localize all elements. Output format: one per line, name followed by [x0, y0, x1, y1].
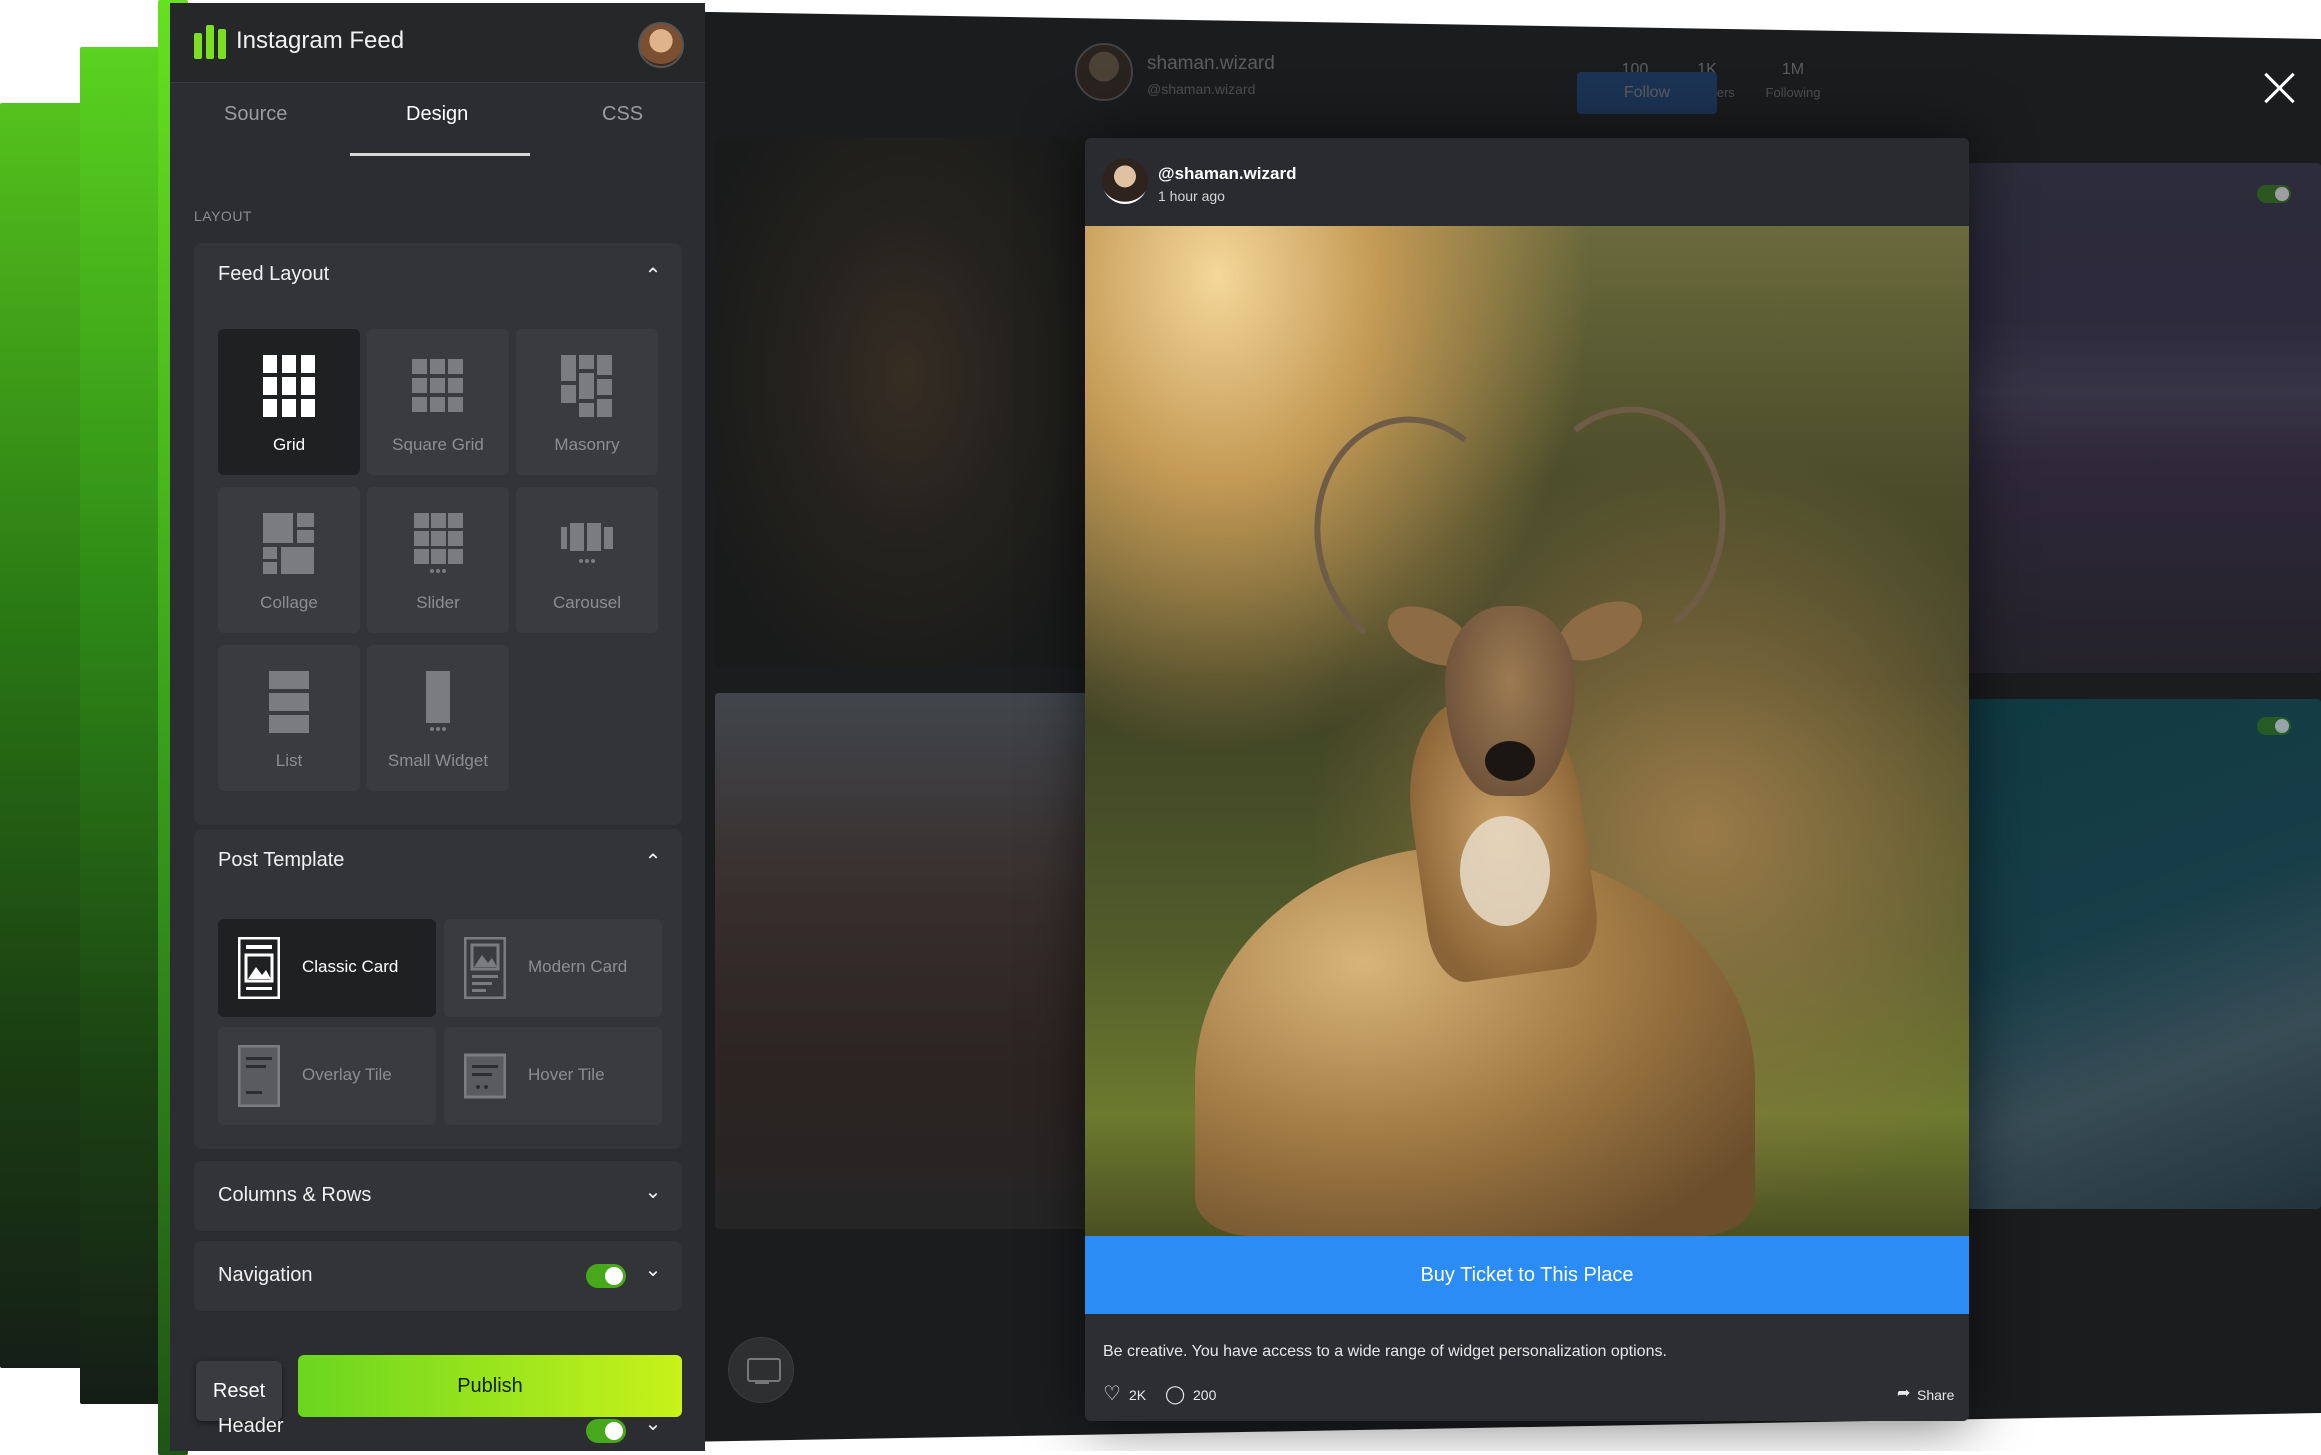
close-icon[interactable]: [2262, 70, 2298, 106]
tab-source[interactable]: Source: [224, 103, 287, 126]
columns-rows-panel[interactable]: Columns & Rows ⌄: [194, 1161, 682, 1231]
section-label-layout: LAYOUT: [194, 208, 252, 224]
header-toggle[interactable]: [586, 1419, 626, 1443]
layout-option-label: List: [275, 751, 303, 770]
tab-design[interactable]: Design: [406, 103, 468, 126]
layout-option-carousel[interactable]: Carousel: [516, 487, 658, 633]
feed-tile-lake[interactable]: [1937, 163, 2321, 673]
profile-name: shaman.wizard: [1147, 53, 1275, 74]
template-option-label: Hover Tile: [528, 1065, 605, 1084]
grid-layout-icon: [263, 355, 315, 417]
list-icon: [269, 671, 309, 733]
columns-rows-title: Columns & Rows: [218, 1184, 372, 1206]
layout-option-masonry[interactable]: Masonry: [516, 329, 658, 475]
share-icon[interactable]: ➦: [1897, 1383, 1910, 1405]
tab-css[interactable]: CSS: [602, 103, 643, 126]
layout-option-list[interactable]: List: [218, 645, 360, 791]
navigation-panel[interactable]: Navigation ⌄: [194, 1241, 682, 1311]
feed-layout-title: Feed Layout: [218, 263, 330, 285]
post-template-title: Post Template: [218, 849, 345, 871]
layout-option-label: Grid: [272, 435, 306, 454]
feed-tile-city[interactable]: [715, 693, 1095, 1229]
layout-option-label: Masonry: [554, 435, 620, 454]
layout-option-grid[interactable]: Grid: [218, 329, 360, 475]
app-title: Instagram Feed: [236, 27, 405, 54]
chevron-down-icon[interactable]: ⌄: [642, 1259, 664, 1281]
template-option-hover-tile[interactable]: Hover Tile: [444, 1027, 662, 1125]
template-option-label: Overlay Tile: [302, 1065, 392, 1084]
navigation-title: Navigation: [218, 1264, 313, 1286]
chevron-down-icon[interactable]: ⌄: [642, 1413, 664, 1435]
post-popup: @shaman.wizard 1 hour ago Buy Ticket to …: [1085, 138, 1969, 1421]
heart-icon[interactable]: ♡: [1103, 1383, 1121, 1405]
sidebar-header: Instagram Feed: [170, 3, 705, 83]
layout-option-slider[interactable]: Slider: [367, 487, 509, 633]
template-option-label: Classic Card: [302, 957, 399, 976]
comment-count: 200: [1193, 1387, 1217, 1403]
chevron-down-icon[interactable]: ⌄: [642, 1181, 664, 1203]
layout-option-label: Carousel: [552, 593, 622, 612]
classic-card-icon: [238, 937, 280, 999]
layout-option-label: Square Grid: [392, 435, 484, 454]
stat-following: 1M Following: [1765, 61, 1821, 100]
collage-icon: [263, 513, 314, 574]
modern-card-icon: [464, 937, 506, 999]
profile-handle: @shaman.wizard: [1147, 81, 1256, 97]
logo-icon: [194, 25, 228, 59]
post-template-panel: Post Template ⌃ Classic Card Modern Card: [194, 829, 682, 1149]
layout-option-square-grid[interactable]: Square Grid: [367, 329, 509, 475]
post-username[interactable]: @shaman.wizard: [1158, 164, 1296, 184]
profile-avatar: [1075, 43, 1133, 101]
template-option-overlay-tile[interactable]: Overlay Tile: [218, 1027, 436, 1125]
post-image: [1085, 226, 1969, 1236]
layout-option-collage[interactable]: Collage: [218, 487, 360, 633]
cta-button[interactable]: Buy Ticket to This Place: [1085, 1236, 1969, 1314]
masonry-icon: [561, 355, 612, 417]
slider-icon: [414, 513, 463, 573]
share-label[interactable]: Share: [1917, 1387, 1954, 1403]
small-widget-icon: [426, 671, 450, 731]
layout-option-label: Collage: [260, 593, 318, 612]
template-option-modern-card[interactable]: Modern Card: [444, 919, 662, 1017]
header-title: Header: [218, 1415, 284, 1437]
stage: Instagram Feed Source Design CSS LAYOUT …: [0, 0, 2321, 1455]
comment-icon[interactable]: ◯: [1165, 1383, 1185, 1405]
square-grid-icon: [412, 359, 463, 412]
user-avatar[interactable]: [638, 22, 684, 68]
deer-snout: [1485, 741, 1535, 781]
post-meta: ♡ 2K ◯ 200 ➦ Share: [1103, 1383, 1963, 1409]
feed-preview: shaman.wizard @shaman.wizard 100Posts 1K…: [705, 3, 2321, 1451]
layout-option-small-widget[interactable]: Small Widget: [367, 645, 509, 791]
deer-chest: [1460, 816, 1550, 926]
post-header: @shaman.wizard 1 hour ago: [1085, 138, 1969, 226]
reset-button[interactable]: Reset: [196, 1361, 282, 1421]
like-count: 2K: [1129, 1387, 1147, 1403]
feed-layout-panel: Feed Layout ⌃ Grid Square Grid Masonry C…: [194, 243, 682, 825]
follow-button[interactable]: Follow: [1577, 72, 1717, 114]
layout-option-label: Small Widget: [387, 751, 489, 770]
publish-button[interactable]: Publish: [298, 1355, 682, 1417]
chevron-up-icon[interactable]: ⌃: [642, 851, 664, 873]
post-caption: Be creative. You have access to a wide r…: [1103, 1343, 1667, 1360]
tile-toggle[interactable]: [2257, 717, 2291, 735]
post-avatar: [1102, 158, 1148, 204]
layout-option-label: Slider: [416, 593, 460, 612]
hover-tile-icon: [464, 1053, 506, 1099]
feed-tile-sea[interactable]: [1937, 699, 2321, 1209]
profile-header: shaman.wizard @shaman.wizard 100Posts 1K…: [1075, 43, 2005, 123]
overlay-tile-icon: [238, 1045, 280, 1107]
tile-toggle[interactable]: [2257, 185, 2291, 203]
feed-tile-deer[interactable]: [715, 137, 1095, 667]
chevron-up-icon[interactable]: ⌃: [642, 265, 664, 287]
template-option-classic-card[interactable]: Classic Card: [218, 919, 436, 1017]
navigation-toggle[interactable]: [586, 1264, 626, 1288]
active-tab-indicator: [350, 153, 530, 156]
template-option-label: Modern Card: [528, 957, 628, 976]
post-timestamp: 1 hour ago: [1158, 188, 1225, 204]
carousel-icon: [561, 523, 613, 563]
tab-bar: Source Design CSS: [170, 83, 705, 159]
action-bar: Reset Publish Header ⌄: [170, 1333, 705, 1451]
desktop-preview-button[interactable]: [728, 1337, 794, 1403]
editor-sidebar: Instagram Feed Source Design CSS LAYOUT …: [170, 3, 705, 1451]
